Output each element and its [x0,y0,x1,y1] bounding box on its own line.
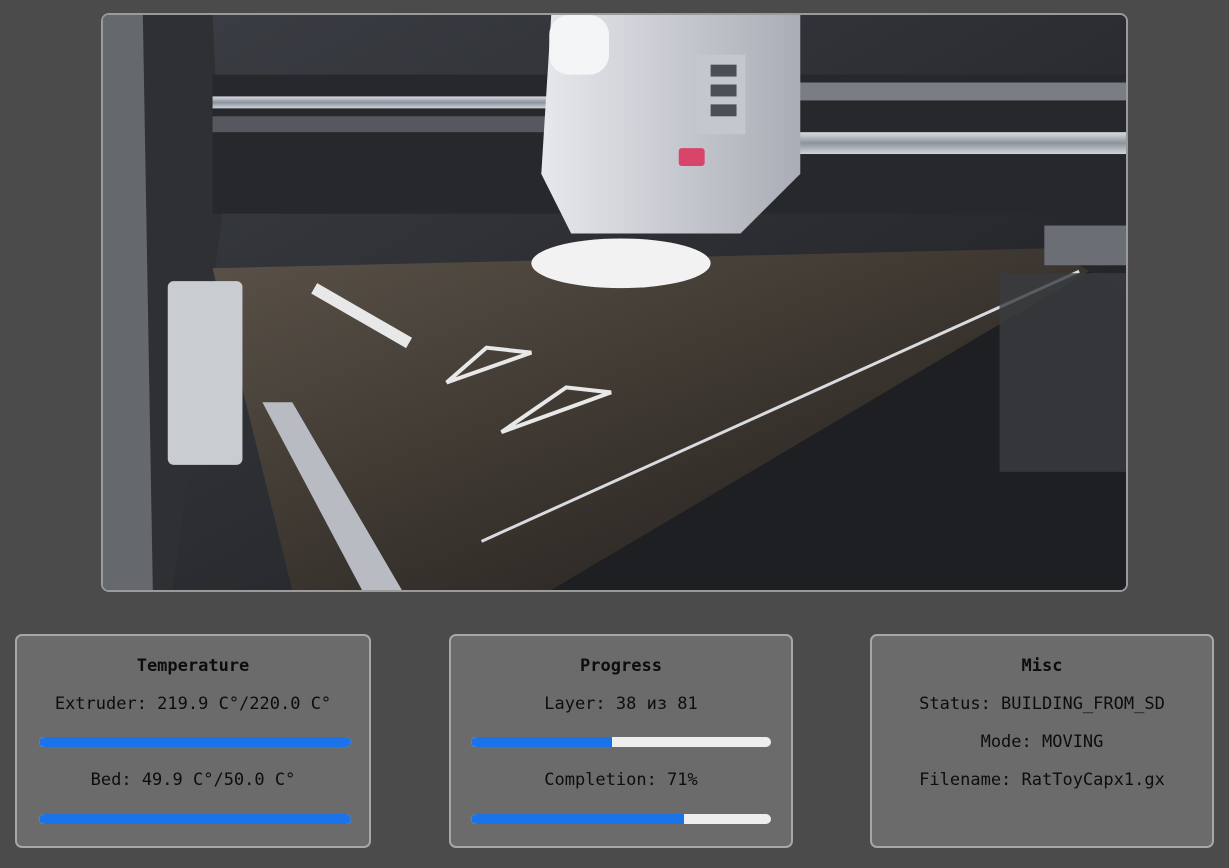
completion-progress-bar [471,814,771,824]
camera-feed [101,13,1128,592]
completion-percent: Completion: 71% [544,770,698,790]
bed-temperature: Bed: 49.9 C°/50.0 C° [90,770,296,790]
extruder-progress-bar [39,737,351,747]
layer-count: Layer: 38 из 81 [544,694,698,714]
layer-progress-bar [471,737,771,747]
progress-panel: Progress Layer: 38 из 81 Completion: 71% [449,634,793,848]
printer-mode: Mode: MOVING [980,732,1104,752]
extruder-progress-fill [39,737,351,747]
printer-status: Status: BUILDING_FROM_SD [919,694,1165,714]
temperature-panel: Temperature Extruder: 219.9 C°/220.0 C° … [15,634,371,848]
misc-panel: Misc Status: BUILDING_FROM_SD Mode: MOVI… [870,634,1214,848]
temperature-title: Temperature [136,656,250,676]
extruder-temperature: Extruder: 219.9 C°/220.0 C° [54,694,332,714]
progress-title: Progress [580,656,662,676]
misc-title: Misc [1021,656,1063,676]
print-filename: Filename: RatToyCapx1.gx [919,770,1165,790]
bed-progress-bar [39,814,351,824]
bed-progress-fill [39,814,351,824]
layer-progress-fill [471,737,612,747]
printer-webcam-image [103,15,1126,590]
completion-progress-fill [471,814,684,824]
